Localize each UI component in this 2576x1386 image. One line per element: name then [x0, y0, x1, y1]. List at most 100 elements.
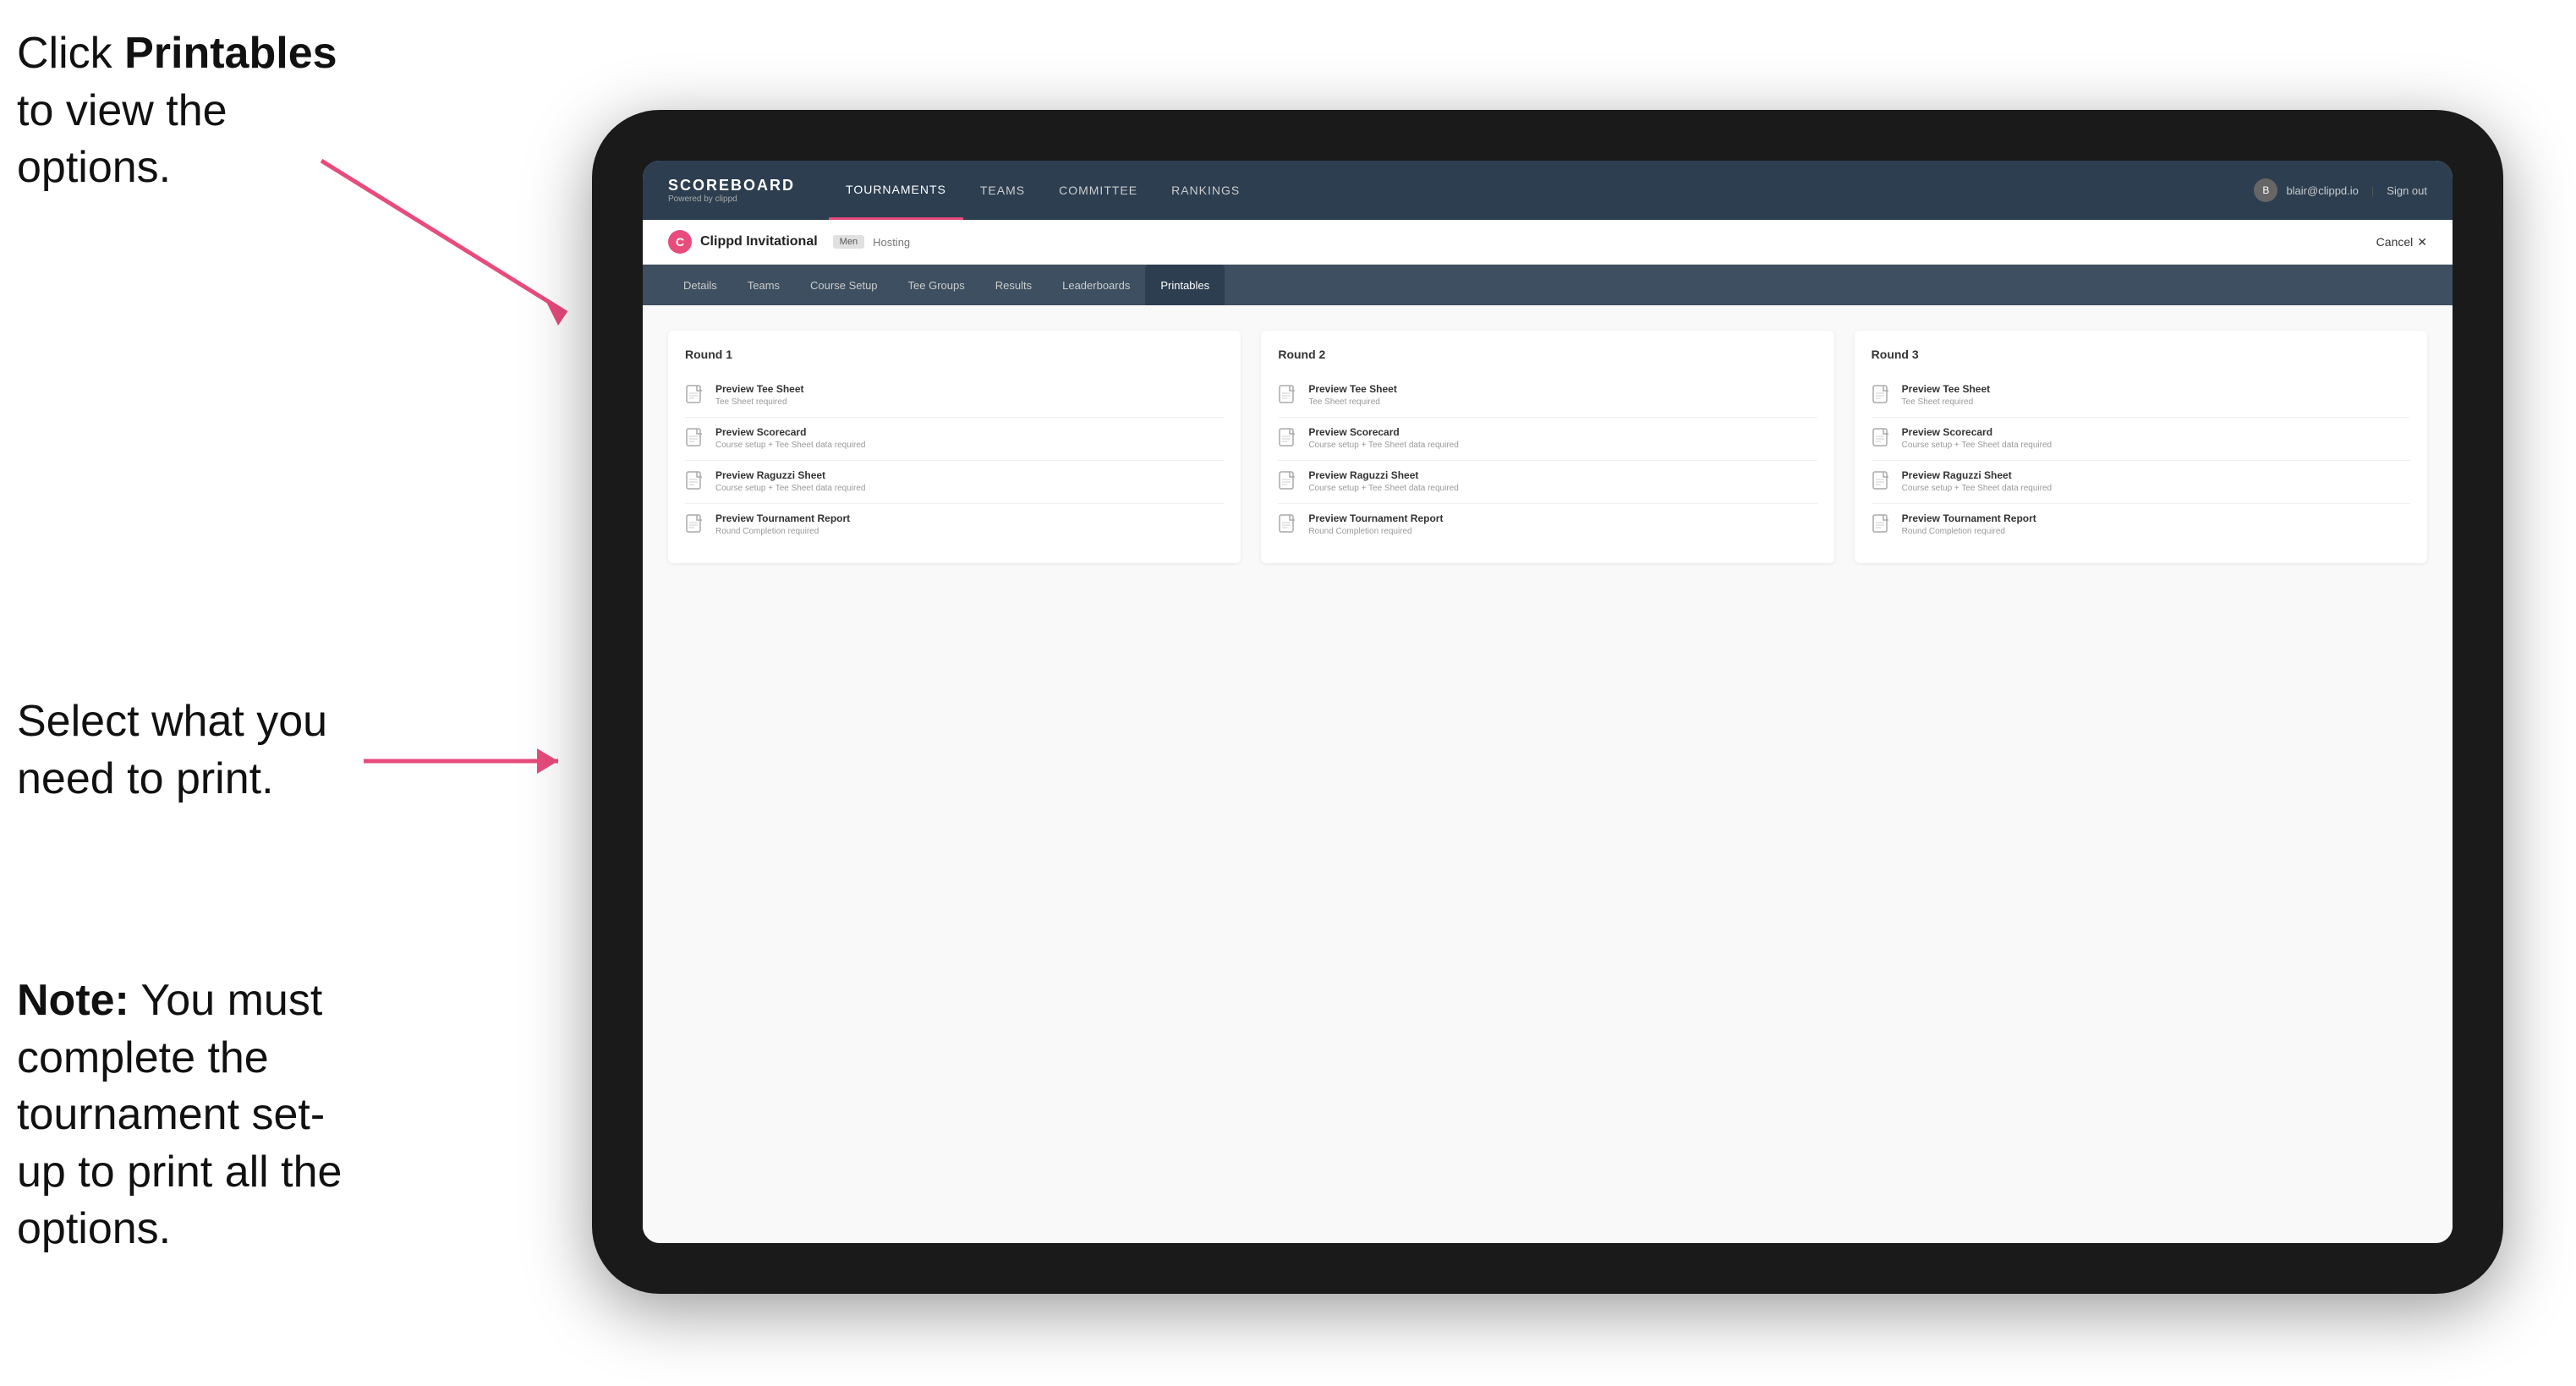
tournament-title: Clippd Invitational — [700, 234, 818, 249]
print-item-label: Preview Tournament Report — [1308, 512, 1443, 524]
print-item-r1-3[interactable]: Preview Raguzzi SheetCourse setup + Tee … — [685, 461, 1224, 504]
sub-nav: Details Teams Course Setup Tee Groups Re… — [643, 265, 2453, 305]
sub-nav-course-setup[interactable]: Course Setup — [795, 265, 893, 305]
print-item-r2-2[interactable]: Preview Scorecard Course setup + Tee Shee… — [1278, 418, 1817, 461]
document-icon — [1278, 514, 1298, 538]
print-item-sub: Tee Sheet required — [1902, 397, 1991, 407]
print-item-sub: Round Completion required — [715, 527, 850, 536]
user-email: blair@clippd.io — [2286, 184, 2358, 197]
document-icon — [1278, 471, 1298, 495]
print-item-text-r2-1: Preview Tee Sheet Tee Sheet required — [1308, 383, 1397, 407]
top-nav: SCOREBOARD Powered by clippd TOURNAMENTS… — [643, 161, 2453, 220]
print-item-r3-1[interactable]: Preview Tee Sheet Tee Sheet required — [1872, 375, 2410, 418]
print-item-r3-4[interactable]: Preview Tournament Report Round Completio… — [1872, 504, 2410, 546]
print-item-sub: Tee Sheet required — [1308, 397, 1397, 407]
print-item-label: Preview Tee Sheet — [1308, 383, 1397, 395]
print-item-sub: Course setup + Tee Sheet data required — [1902, 484, 2052, 493]
instruction-top-text: Click Printables to view the options. — [17, 29, 337, 192]
sub-nav-leaderboards[interactable]: Leaderboards — [1047, 265, 1145, 305]
round-3-title: Round 3 — [1872, 348, 2410, 361]
tournament-badge: Men — [833, 235, 864, 249]
nav-item-teams[interactable]: TEAMS — [963, 161, 1042, 220]
print-item-sub: Course setup + Tee Sheet data required — [715, 484, 865, 493]
print-item-sub: Course setup + Tee Sheet data required — [715, 441, 865, 450]
sub-nav-tee-groups[interactable]: Tee Groups — [893, 265, 980, 305]
tournament-name-row: C Clippd Invitational Men Hosting — [668, 230, 910, 254]
top-nav-items: TOURNAMENTS TEAMS COMMITTEE RANKINGS — [829, 161, 2254, 220]
sub-nav-teams[interactable]: Teams — [732, 265, 795, 305]
print-item-r3-3[interactable]: Preview Raguzzi Sheet Course setup + Tee … — [1872, 461, 2410, 504]
scoreboard-logo: SCOREBOARD Powered by clippd — [668, 177, 795, 204]
document-icon — [1872, 428, 1892, 452]
print-item-text-r2-4: Preview Tournament Report Round Completio… — [1308, 512, 1443, 536]
instruction-middle: Select what you need to print. — [17, 693, 372, 808]
print-item-sub: Course setup + Tee Sheet data required — [1902, 441, 2052, 450]
print-item-sub: Round Completion required — [1308, 527, 1443, 536]
print-item-text-r1-2: Preview Scorecard Course setup + Tee Shee… — [715, 426, 865, 450]
user-avatar: B — [2254, 178, 2277, 202]
sub-nav-details[interactable]: Details — [668, 265, 732, 305]
print-item-sub: Round Completion required — [1902, 527, 2036, 536]
print-item-r3-2[interactable]: Preview Scorecard Course setup + Tee Shee… — [1872, 418, 2410, 461]
tournament-header: C Clippd Invitational Men Hosting Cancel… — [643, 220, 2453, 265]
nav-item-tournaments[interactable]: TOURNAMENTS — [829, 161, 963, 220]
nav-item-rankings[interactable]: RANKINGS — [1154, 161, 1257, 220]
print-item-text-r3-4: Preview Tournament Report Round Completio… — [1902, 512, 2036, 536]
instruction-top: Click Printables to view the options. — [17, 25, 338, 197]
round-1-title: Round 1 — [685, 348, 1224, 361]
print-item-text-r1-1: Preview Tee Sheet Tee Sheet required — [715, 383, 804, 407]
instruction-middle-text: Select what you need to print. — [17, 697, 327, 803]
print-item-label: Preview Scorecard — [1902, 426, 2052, 438]
rounds-container: Round 1 Preview Tee Sheet Tee Sheet requi… — [668, 331, 2427, 563]
print-item-label: Preview Tournament Report — [1902, 512, 2036, 524]
document-icon — [685, 428, 705, 452]
hosting-badge: Hosting — [873, 236, 910, 249]
print-item-r2-1[interactable]: Preview Tee Sheet Tee Sheet required — [1278, 375, 1817, 418]
print-item-text-r2-3: Preview Raguzzi Sheet Course setup + Tee … — [1308, 469, 1458, 493]
print-item-r1-2[interactable]: Preview Scorecard Course setup + Tee Shee… — [685, 418, 1224, 461]
nav-item-committee[interactable]: COMMITTEE — [1042, 161, 1154, 220]
clippd-logo: C — [668, 230, 692, 254]
document-icon — [685, 471, 705, 495]
instruction-bottom: Note: You must complete the tournament s… — [17, 972, 372, 1258]
round-2-title: Round 2 — [1278, 348, 1817, 361]
logo-title: SCOREBOARD — [668, 177, 795, 194]
print-item-r2-4[interactable]: Preview Tournament Report Round Completio… — [1278, 504, 1817, 546]
print-item-label: Preview Raguzzi Sheet — [1308, 469, 1458, 481]
print-item-label: Preview Scorecard — [715, 426, 865, 438]
print-item-label: Preview Scorecard — [1308, 426, 1458, 438]
tablet-screen: SCOREBOARD Powered by clippd TOURNAMENTS… — [643, 161, 2453, 1243]
print-item-label: Preview Tee Sheet — [1902, 383, 1991, 395]
sub-nav-results[interactable]: Results — [980, 265, 1047, 305]
document-icon — [685, 514, 705, 538]
main-content: Round 1 Preview Tee Sheet Tee Sheet requi… — [643, 305, 2453, 1243]
document-icon — [1872, 514, 1892, 538]
print-item-sub: Tee Sheet required — [715, 397, 804, 407]
cancel-button[interactable]: Cancel ✕ — [2376, 235, 2427, 249]
document-icon — [1278, 428, 1298, 452]
print-item-r1-4[interactable]: Preview Tournament ReportRound Completio… — [685, 504, 1224, 546]
top-nav-right: B blair@clippd.io | Sign out — [2254, 178, 2427, 202]
print-item-label: Preview Raguzzi Sheet — [1902, 469, 2052, 481]
round-column-3: Round 3 Preview Tee Sheet Tee Sheet requi… — [1855, 331, 2427, 563]
print-item-text-r3-1: Preview Tee Sheet Tee Sheet required — [1902, 383, 1991, 407]
print-item-label: Preview Tee Sheet — [715, 383, 804, 395]
logo-sub: Powered by clippd — [668, 194, 795, 204]
print-item-text-r1-3: Preview Raguzzi SheetCourse setup + Tee … — [715, 469, 865, 493]
sub-nav-printables[interactable]: Printables — [1145, 265, 1225, 305]
print-item-sub: Course setup + Tee Sheet data required — [1308, 484, 1458, 493]
round-column-2: Round 2 Preview Tee Sheet Tee Sheet requi… — [1261, 331, 1833, 563]
print-item-text-r3-3: Preview Raguzzi Sheet Course setup + Tee … — [1902, 469, 2052, 493]
print-item-text-r1-4: Preview Tournament ReportRound Completio… — [715, 512, 850, 536]
printables-emphasis: Printables — [124, 29, 337, 78]
print-item-text-r3-2: Preview Scorecard Course setup + Tee Shee… — [1902, 426, 2052, 450]
sign-out-link[interactable]: Sign out — [2387, 184, 2427, 197]
print-item-sub: Course setup + Tee Sheet data required — [1308, 441, 1458, 450]
document-icon — [1872, 385, 1892, 408]
round-column-1: Round 1 Preview Tee Sheet Tee Sheet requi… — [668, 331, 1241, 563]
print-item-r1-1[interactable]: Preview Tee Sheet Tee Sheet required — [685, 375, 1224, 418]
print-item-r2-3[interactable]: Preview Raguzzi Sheet Course setup + Tee … — [1278, 461, 1817, 504]
instruction-bottom-text: Note: You must complete the tournament s… — [17, 976, 342, 1253]
document-icon — [1872, 471, 1892, 495]
print-item-text-r2-2: Preview Scorecard Course setup + Tee Shee… — [1308, 426, 1458, 450]
